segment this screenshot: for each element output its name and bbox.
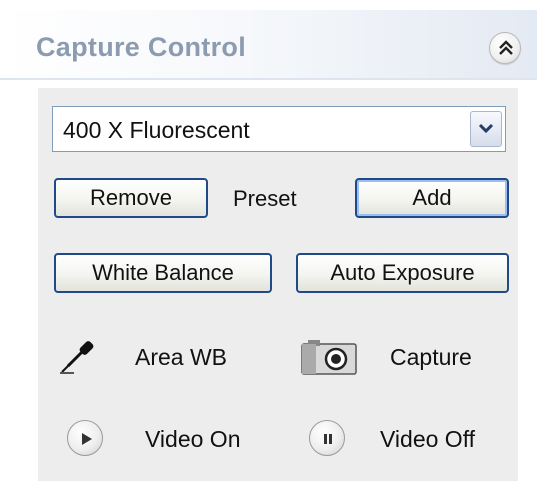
chevron-double-up-icon (499, 40, 513, 55)
pause-icon (324, 434, 332, 444)
preset-select-value: 400 X Fluorescent (63, 117, 250, 143)
remove-preset-button[interactable]: Remove (54, 178, 208, 218)
panel-title: Capture Control (36, 32, 246, 62)
white-balance-button[interactable]: White Balance (54, 253, 272, 293)
camera-icon (301, 340, 357, 375)
area-wb-label[interactable]: Area WB (135, 344, 227, 371)
capture-label[interactable]: Capture (390, 344, 472, 371)
collapse-button[interactable] (489, 32, 521, 64)
preset-dropdown-button[interactable] (470, 111, 502, 147)
panel-header[interactable]: Capture Control (0, 10, 537, 80)
preset-label: Preset (233, 186, 297, 211)
area-wb-tool[interactable] (58, 336, 98, 376)
chevron-down-icon (478, 123, 494, 134)
video-off-button[interactable] (309, 420, 345, 456)
play-icon (82, 433, 92, 445)
preset-select[interactable]: 400 X Fluorescent (52, 106, 506, 152)
video-off-label[interactable]: Video Off (380, 426, 475, 453)
add-preset-button[interactable]: Add (355, 178, 509, 218)
eyedropper-icon (60, 341, 94, 374)
capture-control-panel: Capture Control 400 X Fluorescent Remove… (0, 0, 537, 481)
capture-tool[interactable] (300, 336, 358, 376)
video-on-button[interactable] (67, 420, 103, 456)
panel-body: 400 X Fluorescent Remove Preset Add Whit… (38, 88, 518, 481)
video-on-label[interactable]: Video On (145, 426, 240, 453)
auto-exposure-button[interactable]: Auto Exposure (296, 253, 509, 293)
